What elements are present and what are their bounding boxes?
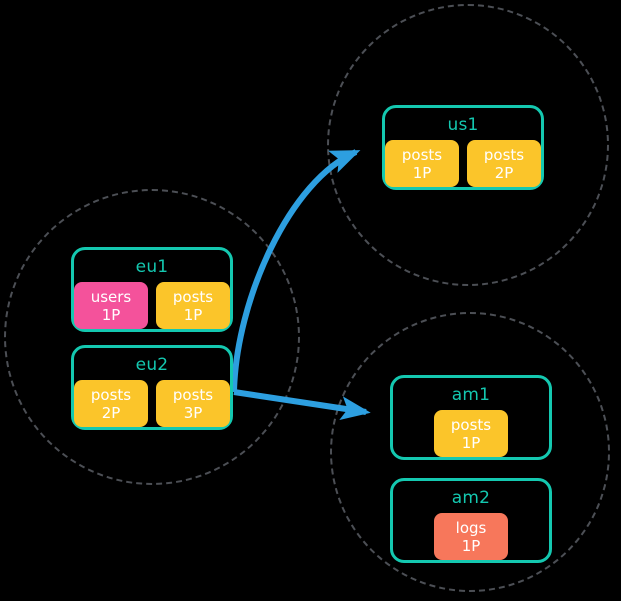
shard-name: posts <box>401 145 443 164</box>
shard-name: posts <box>483 145 525 164</box>
posts-chip[interactable]: posts 1P <box>385 140 459 187</box>
node-us1[interactable]: us1 posts 1P posts 2P <box>382 105 544 190</box>
logs-chip[interactable]: logs 1P <box>434 513 508 560</box>
shard-replicas: 1P <box>183 305 203 324</box>
node-eu2[interactable]: eu2 posts 2P posts 3P <box>71 345 233 430</box>
node-us1-shards: posts 1P posts 2P <box>385 140 541 187</box>
node-eu1-title: eu1 <box>135 257 169 277</box>
posts-chip[interactable]: posts 1P <box>434 410 508 457</box>
node-am1-shards: posts 1P <box>434 410 508 457</box>
posts-chip[interactable]: posts 1P <box>156 282 230 329</box>
node-eu2-title: eu2 <box>135 355 169 375</box>
diagram-canvas: eu1 users 1P posts 1P eu2 posts 2P posts… <box>0 0 621 601</box>
shard-replicas: 1P <box>461 433 481 452</box>
node-am1[interactable]: am1 posts 1P <box>390 375 552 460</box>
shard-replicas: 1P <box>461 536 481 555</box>
shard-name: users <box>90 287 132 306</box>
edge-eu2-to-am1 <box>233 389 371 421</box>
node-eu2-shards: posts 2P posts 3P <box>74 380 230 427</box>
shard-replicas: 1P <box>412 163 432 182</box>
node-us1-title: us1 <box>447 115 479 135</box>
shard-name: posts <box>450 415 492 434</box>
edge-eu2-to-us1 <box>231 149 361 393</box>
shard-name: posts <box>172 385 214 404</box>
posts-chip[interactable]: posts 3P <box>156 380 230 427</box>
posts-chip[interactable]: posts 2P <box>467 140 541 187</box>
shard-replicas: 1P <box>101 305 121 324</box>
node-am2-shards: logs 1P <box>434 513 508 560</box>
node-am2-title: am2 <box>451 488 491 508</box>
shard-name: posts <box>90 385 132 404</box>
shard-replicas: 2P <box>494 163 514 182</box>
shard-name: logs <box>455 518 487 537</box>
node-am1-title: am1 <box>451 385 491 405</box>
posts-chip[interactable]: posts 2P <box>74 380 148 427</box>
shard-replicas: 3P <box>183 403 203 422</box>
shard-name: posts <box>172 287 214 306</box>
shard-replicas: 2P <box>101 403 121 422</box>
node-eu1-shards: users 1P posts 1P <box>74 282 230 329</box>
users-chip[interactable]: users 1P <box>74 282 148 329</box>
node-am2[interactable]: am2 logs 1P <box>390 478 552 563</box>
node-eu1[interactable]: eu1 users 1P posts 1P <box>71 247 233 332</box>
